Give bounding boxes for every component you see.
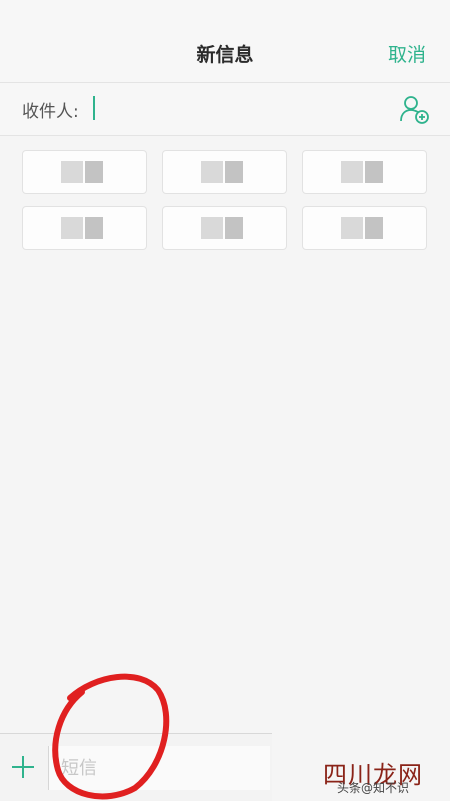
blurred-name [61,217,83,239]
contact-chip[interactable] [302,150,427,194]
recipient-bar[interactable]: 收件人: [0,83,450,136]
page-title: 新信息 [196,44,254,66]
blurred-name [365,217,383,239]
contact-chip[interactable] [22,206,147,250]
contact-chip[interactable] [162,206,287,250]
blurred-name [341,217,363,239]
blurred-name [225,217,243,239]
plus-icon[interactable] [10,754,36,780]
contact-chip[interactable] [162,150,287,194]
blurred-name [341,161,363,183]
blurred-name [61,161,83,183]
blurred-name [225,161,243,183]
watermark: 四川龙网 头条@知不识 [315,755,450,800]
recipient-label: 收件人: [22,102,79,122]
blurred-name [201,161,223,183]
blurred-name [365,161,383,183]
contact-grid [22,150,428,250]
blurred-name [201,217,223,239]
person-plus-icon[interactable] [398,93,430,125]
contact-chip[interactable] [302,206,427,250]
contact-chip[interactable] [22,150,147,194]
header: 新信息 取消 [0,0,450,83]
cancel-button[interactable]: 取消 [388,40,426,67]
blurred-name [85,217,103,239]
composer-bar [0,733,272,801]
text-caret [93,96,95,120]
message-input[interactable] [48,746,270,790]
watermark-sub: 头条@知不识 [337,781,410,795]
blurred-name [85,161,103,183]
